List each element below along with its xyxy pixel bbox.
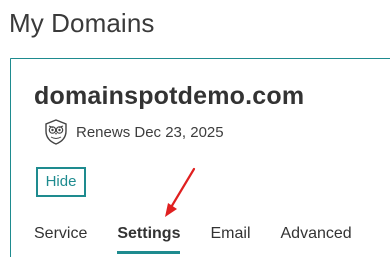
renewal-date: Renews Dec 23, 2025: [76, 123, 224, 141]
tab-service[interactable]: Service: [34, 225, 87, 254]
tab-email[interactable]: Email: [210, 225, 250, 254]
domain-name: domainspotdemo.com: [34, 82, 305, 110]
hide-button[interactable]: Hide: [36, 167, 86, 197]
domain-tabs: Service Settings Email Advanced: [34, 225, 352, 254]
red-arrow-icon: [165, 167, 196, 217]
renewal-row: Renews Dec 23, 2025: [44, 118, 224, 146]
shield-owl-icon: [44, 119, 68, 145]
my-domains-page: My Domains domainspotdemo.com Renews Dec…: [0, 0, 390, 257]
page-title: My Domains: [9, 8, 155, 38]
tab-settings[interactable]: Settings: [117, 225, 181, 254]
tab-advanced[interactable]: Advanced: [281, 225, 352, 254]
